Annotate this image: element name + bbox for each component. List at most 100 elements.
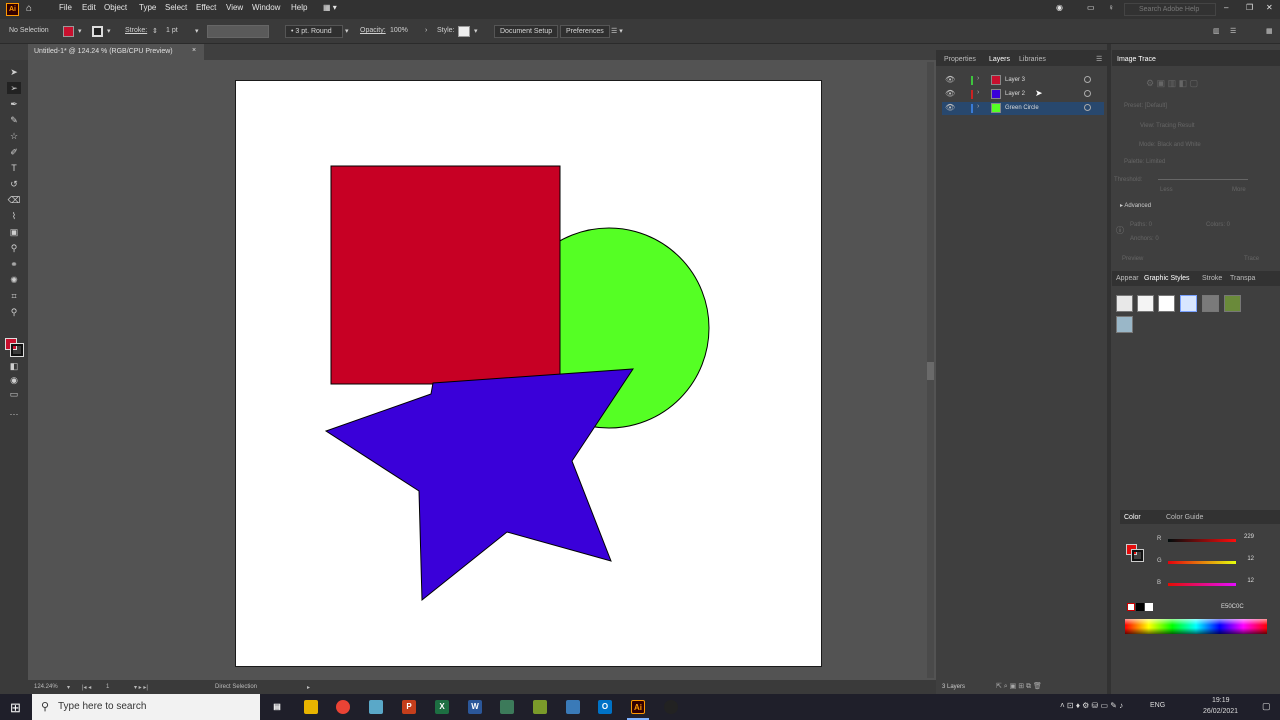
artboard-nav-next-icons[interactable]: ▾ ▸ ▸|	[134, 684, 148, 691]
discover-icon[interactable]: ♀	[1108, 3, 1114, 12]
layer-row-2[interactable]: 👁 › Layer 2 ➤	[942, 88, 1104, 101]
menu-select[interactable]: Select	[165, 3, 187, 12]
zoom-level[interactable]: 124.24%	[34, 684, 58, 690]
tab-stroke[interactable]: Stroke	[1202, 275, 1222, 282]
advanced-toggle[interactable]: ▸ Advanced	[1120, 202, 1151, 209]
document-tab[interactable]: Untitled-1* @ 124.24 % (RGB/CPU Preview)…	[28, 44, 204, 60]
windows-start-icon[interactable]: ⊞	[10, 700, 21, 716]
blue-star-shape[interactable]	[324, 368, 634, 602]
menu-object[interactable]: Object	[104, 3, 127, 12]
opacity-value[interactable]: 100%	[390, 27, 408, 34]
arrange-documents-icon[interactable]: ▭	[1087, 3, 1095, 12]
gradient-tool-icon[interactable]: ▣	[7, 226, 21, 238]
tab-color-guide[interactable]: Color Guide	[1166, 514, 1203, 521]
symbol-sprayer-icon[interactable]: ✺	[7, 274, 21, 286]
style-dropdown-icon[interactable]: ▾	[474, 27, 478, 35]
tab-graphic-styles[interactable]: Graphic Styles	[1144, 275, 1190, 282]
app-icon-2[interactable]	[533, 700, 547, 714]
app-icon-4[interactable]	[664, 700, 678, 714]
panel-menu-icon[interactable]: ☰	[1230, 27, 1236, 35]
stroke-color-icon[interactable]	[10, 343, 24, 357]
stroke-stepper-icon[interactable]: ⇕	[152, 27, 158, 35]
system-tray-icons[interactable]: ˄ ⊡ ♦ ⚙ ⛁ ▭ ✎ ♪	[1060, 701, 1123, 710]
expand-arrow-icon[interactable]: ›	[977, 75, 979, 82]
star-tool-icon[interactable]: ☆	[7, 130, 21, 142]
opacity-label[interactable]: Opacity:	[360, 27, 386, 34]
eyedropper-tool-icon[interactable]: ⚲	[7, 242, 21, 254]
file-explorer-icon[interactable]	[304, 700, 318, 714]
arrange-icon[interactable]: ☰ ▾	[611, 27, 623, 35]
app-icon-3[interactable]	[566, 700, 580, 714]
direct-selection-tool-icon[interactable]: ➢	[7, 82, 21, 94]
pen-tool-icon[interactable]: ✒	[7, 98, 21, 110]
outlook-icon[interactable]: O	[598, 700, 612, 714]
preferences-button[interactable]: Preferences	[560, 25, 610, 38]
expand-arrow-icon[interactable]: ›	[977, 89, 979, 96]
rotate-tool-icon[interactable]: ↺	[7, 178, 21, 190]
task-view-icon[interactable]: ▤	[270, 700, 284, 714]
artboard-tool-icon[interactable]: ⌗	[7, 290, 21, 302]
menu-file[interactable]: File	[59, 3, 72, 12]
language-indicator[interactable]: ENG	[1150, 702, 1165, 709]
close-window-icon[interactable]: ✕	[1266, 3, 1273, 12]
stroke-weight-field[interactable]: 1 pt	[166, 27, 178, 34]
home-icon[interactable]: ⌂	[26, 3, 32, 14]
graphic-style-3[interactable]	[1158, 295, 1175, 312]
layer-row-green-circle[interactable]: 👁 › Green Circle	[942, 102, 1104, 115]
document-setup-button[interactable]: Document Setup	[494, 25, 559, 38]
width-tool-icon[interactable]: ⌇	[7, 210, 21, 222]
tab-properties[interactable]: Properties	[944, 56, 976, 63]
app-icon[interactable]	[369, 700, 383, 714]
menu-type[interactable]: Type	[139, 3, 156, 12]
b-slider[interactable]	[1168, 583, 1236, 586]
maximize-icon[interactable]: ❐	[1246, 3, 1253, 12]
layer-row-3[interactable]: 👁 › Layer 3	[942, 74, 1104, 87]
close-tab-icon[interactable]: ×	[192, 47, 196, 54]
workspace-switcher-icon[interactable]: ▦ ▾	[323, 3, 337, 12]
vertical-scroll-thumb[interactable]	[927, 362, 934, 380]
target-circle-icon[interactable]	[1084, 76, 1091, 83]
layers-panel-menu-icon[interactable]: ☰	[1096, 55, 1102, 63]
color-stroke-swatch[interactable]	[1131, 549, 1144, 562]
menu-view[interactable]: View	[226, 3, 243, 12]
calculator-icon[interactable]	[500, 700, 514, 714]
black-swatch[interactable]	[1136, 603, 1144, 611]
none-swatch[interactable]	[1127, 603, 1135, 611]
notifications-icon[interactable]: ▢	[1262, 701, 1271, 712]
g-slider[interactable]	[1168, 561, 1236, 564]
search-help-input[interactable]: Search Adobe Help	[1124, 3, 1216, 16]
target-circle-icon[interactable]	[1084, 104, 1091, 111]
blend-tool-icon[interactable]: ⚭	[7, 258, 21, 270]
color-mode-icon[interactable]: ◧	[7, 360, 21, 372]
graphic-style-swatch[interactable]	[458, 26, 470, 37]
paintbrush-tool-icon[interactable]: ✐	[7, 146, 21, 158]
stroke-dropdown-icon[interactable]: ▾	[107, 27, 111, 35]
clock-date[interactable]: 26/02/2021	[1203, 708, 1238, 715]
artboard[interactable]	[235, 80, 822, 667]
graphic-style-6[interactable]	[1224, 295, 1241, 312]
clock-time[interactable]: 19:19	[1212, 697, 1230, 704]
chrome-icon[interactable]	[336, 700, 350, 714]
brush-dropdown-icon[interactable]: ▾	[345, 27, 349, 35]
zoom-dropdown-icon[interactable]: ▾	[67, 684, 70, 691]
collapse-icon[interactable]: ▦	[1266, 27, 1273, 35]
expand-arrow-icon[interactable]: ›	[977, 103, 979, 110]
red-square-shape[interactable]	[330, 165, 561, 385]
type-tool-icon[interactable]: T	[7, 162, 21, 174]
brush-definition[interactable]: • 3 pt. Round	[285, 25, 343, 38]
white-swatch[interactable]	[1145, 603, 1153, 611]
hex-value[interactable]: E50C0C	[1221, 604, 1244, 610]
menu-window[interactable]: Window	[252, 3, 280, 12]
graphic-style-4[interactable]	[1180, 295, 1197, 312]
r-slider[interactable]	[1168, 539, 1236, 542]
artboard-nav-icons[interactable]: |◂ ◂	[82, 684, 91, 691]
menu-effect[interactable]: Effect	[196, 3, 216, 12]
graphic-style-2[interactable]	[1137, 295, 1154, 312]
selection-tool-icon[interactable]: ➤	[7, 66, 21, 78]
tab-layers[interactable]: Layers	[989, 56, 1010, 63]
color-spectrum[interactable]	[1125, 619, 1267, 634]
tab-color[interactable]: Color	[1124, 514, 1141, 521]
more-tools-icon[interactable]: ···	[7, 408, 21, 420]
visibility-eye-icon[interactable]: 👁	[945, 103, 955, 112]
graphic-style-5[interactable]	[1202, 295, 1219, 312]
